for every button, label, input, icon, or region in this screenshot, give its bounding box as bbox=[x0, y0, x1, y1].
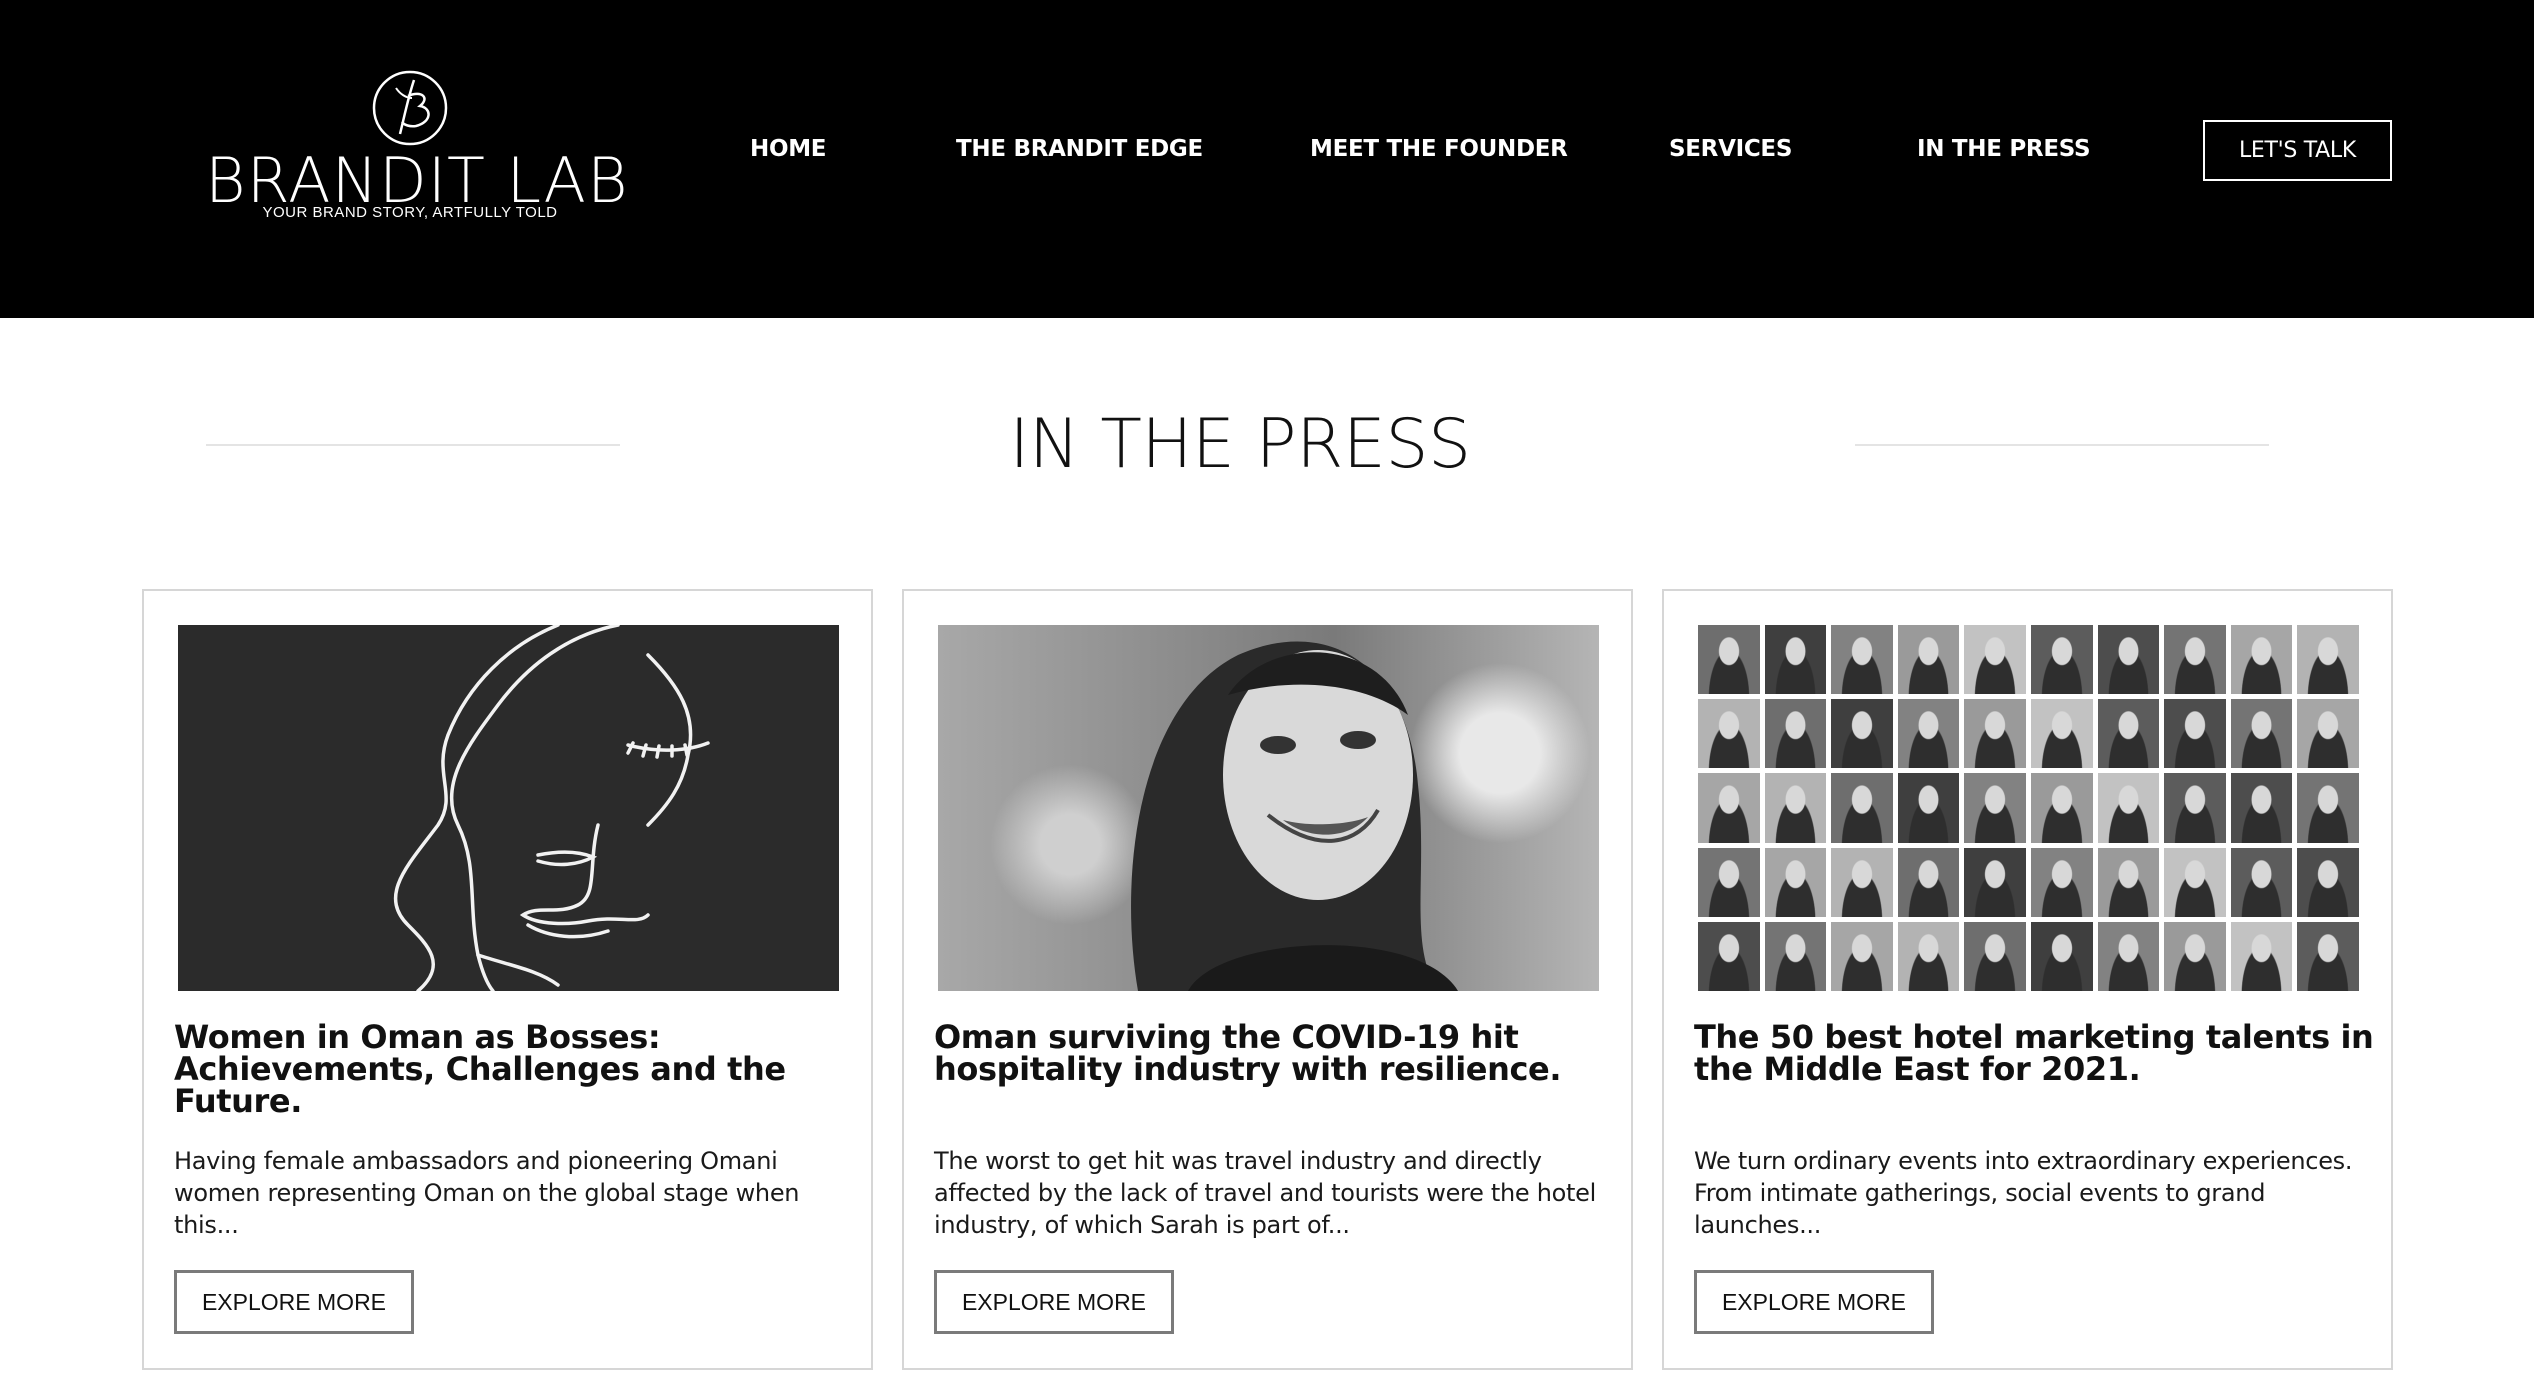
headshot-grid bbox=[1698, 625, 2359, 991]
headshot-photo bbox=[2164, 921, 2226, 991]
headshot-photo bbox=[2164, 625, 2226, 695]
headshot-photo bbox=[1964, 699, 2026, 769]
nav-home[interactable]: HOME bbox=[750, 134, 827, 164]
headshot-photo bbox=[1831, 625, 1893, 695]
nav-services[interactable]: SERVICES bbox=[1669, 134, 1792, 164]
headshot-photo bbox=[2230, 921, 2293, 991]
card-excerpt: The worst to get hit was travel industry… bbox=[934, 1147, 1596, 1239]
title-divider-right bbox=[1855, 444, 2269, 446]
headshot-photo bbox=[1698, 921, 1760, 991]
headshot-photo bbox=[1831, 847, 1893, 917]
nav-in-the-press[interactable]: IN THE PRESS bbox=[1917, 134, 2091, 164]
headshot-photo bbox=[1831, 699, 1893, 769]
logo-tagline: YOUR BRAND STORY, ARTFULLY TOLD bbox=[262, 204, 558, 221]
press-card: Women in Oman as Bosses: Achievements, C… bbox=[142, 589, 873, 1370]
card-title[interactable]: The 50 best hotel marketing talents in t… bbox=[1694, 1021, 2374, 1085]
explore-more-button[interactable]: EXPLORE MORE bbox=[1694, 1270, 1934, 1334]
headshot-photo bbox=[1897, 921, 1960, 991]
brand-logo[interactable]: BRANDIT LAB YOUR BRAND STORY, ARTFULLY T… bbox=[205, 68, 628, 238]
headshot-photo bbox=[2230, 847, 2293, 917]
headshot-photo bbox=[2097, 921, 2160, 991]
explore-more-button[interactable]: EXPLORE MORE bbox=[174, 1270, 414, 1334]
headshot-photo bbox=[2230, 699, 2293, 769]
headshot-photo bbox=[1964, 847, 2026, 917]
headshot-photo bbox=[1764, 773, 1827, 843]
card-title[interactable]: Oman surviving the COVID-19 hit hospital… bbox=[934, 1021, 1614, 1085]
headshot-photo bbox=[2164, 847, 2226, 917]
headshot-photo bbox=[2230, 625, 2293, 695]
headshot-photo bbox=[2030, 625, 2093, 695]
page-title: IN THE PRESS bbox=[1009, 405, 1471, 484]
face-line-art-icon bbox=[394, 625, 710, 991]
headshot-photo bbox=[1897, 625, 1960, 695]
headshot-photo bbox=[2297, 773, 2359, 843]
headshot-photo bbox=[1831, 773, 1893, 843]
headshot-photo bbox=[2164, 773, 2226, 843]
headshot-photo bbox=[1897, 847, 1960, 917]
headshot-photo bbox=[1897, 773, 1960, 843]
nav-meet-the-founder[interactable]: MEET THE FOUNDER bbox=[1310, 134, 1568, 164]
headshot-photo bbox=[1964, 625, 2026, 695]
headshot-photo bbox=[2297, 625, 2359, 695]
card-title[interactable]: Women in Oman as Bosses: Achievements, C… bbox=[174, 1021, 854, 1117]
press-card: The 50 best hotel marketing talents in t… bbox=[1662, 589, 2393, 1370]
title-divider-left bbox=[206, 444, 620, 446]
headshot-photo bbox=[2030, 847, 2093, 917]
headshot-photo bbox=[1764, 847, 1827, 917]
headshot-photo bbox=[1764, 625, 1827, 695]
headshot-photo bbox=[2230, 773, 2293, 843]
headshot-photo bbox=[1764, 921, 1827, 991]
explore-more-button[interactable]: EXPLORE MORE bbox=[934, 1270, 1174, 1334]
site-header: BRANDIT LAB YOUR BRAND STORY, ARTFULLY T… bbox=[0, 0, 2534, 318]
headshot-photo bbox=[1698, 699, 1760, 769]
headshot-photo bbox=[2097, 847, 2160, 917]
card-image-headshot-grid[interactable] bbox=[1698, 625, 2359, 991]
lets-talk-button[interactable]: LET'S TALK bbox=[2203, 120, 2392, 181]
card-excerpt: We turn ordinary events into extraordina… bbox=[1694, 1147, 2353, 1239]
headshot-photo bbox=[1698, 847, 1760, 917]
headshot-photo bbox=[2030, 699, 2093, 769]
card-image-portrait[interactable] bbox=[938, 625, 1599, 991]
headshot-photo bbox=[2030, 773, 2093, 843]
headshot-photo bbox=[1698, 773, 1760, 843]
press-card: Oman surviving the COVID-19 hit hospital… bbox=[902, 589, 1633, 1370]
headshot-photo bbox=[1831, 921, 1893, 991]
headshot-photo bbox=[1698, 625, 1760, 695]
headshot-photo bbox=[2097, 625, 2160, 695]
headshot-photo bbox=[2097, 773, 2160, 843]
headshot-photo bbox=[2297, 921, 2359, 991]
logo-monogram-icon bbox=[372, 70, 448, 146]
card-image-line-art[interactable] bbox=[178, 625, 839, 991]
headshot-photo bbox=[1897, 699, 1960, 769]
headshot-photo bbox=[2030, 921, 2093, 991]
headshot-photo bbox=[2297, 847, 2359, 917]
headshot-photo bbox=[1764, 699, 1827, 769]
card-excerpt: Having female ambassadors and pioneering… bbox=[174, 1147, 800, 1239]
headshot-photo bbox=[2097, 699, 2160, 769]
headshot-photo bbox=[2164, 699, 2226, 769]
headshot-photo bbox=[1964, 773, 2026, 843]
headshot-photo bbox=[1964, 921, 2026, 991]
nav-the-brandit-edge[interactable]: THE BRANDIT EDGE bbox=[956, 134, 1203, 164]
portrait-photo-icon bbox=[1131, 641, 1458, 991]
headshot-photo bbox=[2297, 699, 2359, 769]
